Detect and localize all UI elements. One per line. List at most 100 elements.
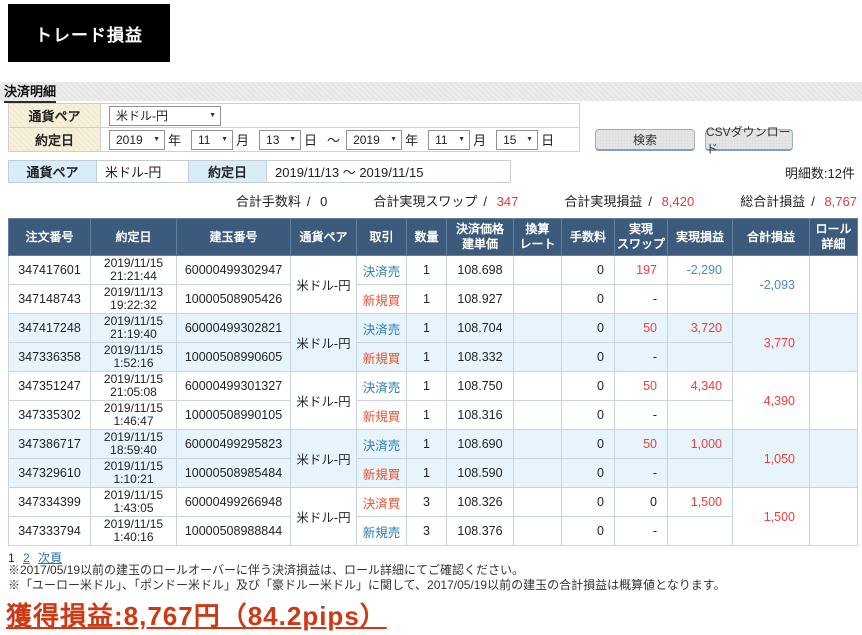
from-month-select[interactable]: 11 ▼	[191, 129, 234, 150]
table-row: 347351247 2019/11/15 21:05:08 6000049930132…	[8, 371, 858, 430]
cell-fee: 0	[561, 429, 615, 459]
header-order-no: 注文番号	[8, 218, 91, 256]
cell-fee: 0	[561, 284, 615, 314]
cell-trade-type: 新規買	[356, 400, 407, 430]
cell-exec-date: 2019/11/15 21:05:08	[90, 371, 177, 401]
total-fee: 合計手数料/ 0	[235, 194, 328, 209]
footnotes: ※2017/05/19以前の建玉のロールオーバーに伴う決済損益は、ロール詳細にて…	[8, 563, 726, 592]
cell-price: 108.698	[446, 255, 514, 285]
footnote-1: ※2017/05/19以前の建玉のロールオーバーに伴う決済損益は、ロール詳細にて…	[8, 563, 524, 577]
cell-swap: 50	[614, 371, 668, 401]
table-row: 347335302 2019/11/15 1:46:47 10000508990105…	[8, 400, 858, 430]
cell-total-pl: -2,093	[732, 255, 810, 314]
cell-position-no: 10000508985484	[176, 458, 291, 488]
cell-conversion-rate	[513, 313, 562, 343]
cell-swap: -	[614, 342, 668, 372]
cell-trade-type: 新規買	[356, 342, 407, 372]
cell-total-pl: 3,770	[732, 313, 810, 372]
header-realized-pl: 実現損益	[667, 218, 733, 256]
cell-trade-type: 新規買	[356, 284, 407, 314]
cell-exec-date: 2019/11/15 1:46:47	[90, 400, 177, 430]
to-day-select[interactable]: 15 ▼	[496, 129, 539, 150]
cell-realized-pl: 1,000	[667, 429, 733, 459]
cell-roll-detail	[809, 255, 858, 314]
day-suffix: 日	[541, 133, 555, 148]
cell-trade-type: 決済買	[356, 487, 407, 517]
page-title: トレード損益	[8, 4, 170, 62]
cell-position-no: 10000508988844	[176, 516, 291, 546]
search-button[interactable]: 検索	[595, 129, 695, 151]
cell-conversion-rate	[513, 400, 562, 430]
chevron-down-icon: ▼	[221, 136, 229, 143]
header-total-pl: 合計損益	[732, 218, 810, 256]
filter-panel: 通貨ペア 米ドル-円 ▼ 約定日 2019 ▼ 年 11 ▼ 月 13 ▼ 日 …	[8, 103, 580, 152]
cell-realized-pl	[667, 458, 733, 488]
cell-conversion-rate	[513, 429, 562, 459]
settlement-table: 注文番号 約定日 建玉番号 通貨ペア 取引 数量 決済価格 建単価 換算 レート…	[8, 218, 858, 546]
cell-price: 108.690	[446, 429, 514, 459]
cell-quantity: 1	[406, 458, 447, 488]
cell-quantity: 1	[406, 255, 447, 285]
header-roll-detail: ロール 詳細	[809, 218, 858, 256]
cell-quantity: 3	[406, 516, 447, 546]
cell-swap: -	[614, 458, 668, 488]
from-year-select[interactable]: 2019 ▼	[109, 129, 165, 150]
cell-exec-date: 2019/11/15 1:52:16	[90, 342, 177, 372]
section-header: 決済明細	[0, 82, 862, 103]
month-suffix: 月	[236, 133, 250, 148]
cell-trade-type: 新規買	[356, 458, 407, 488]
cell-quantity: 1	[406, 400, 447, 430]
cell-quantity: 3	[406, 487, 447, 517]
month-suffix: 月	[473, 133, 487, 148]
cell-swap: 197	[614, 255, 668, 285]
cell-price: 108.927	[446, 284, 514, 314]
cell-exec-date: 2019/11/13 19:22:32	[90, 284, 177, 314]
cell-roll-detail	[809, 313, 858, 372]
table-row: 347417248 2019/11/15 21:19:40 6000049930282…	[8, 313, 858, 372]
chevron-down-icon: ▼	[526, 136, 534, 143]
from-day-select[interactable]: 13 ▼	[259, 129, 302, 150]
cell-swap: -	[614, 284, 668, 314]
grand-total-pl: 総合計損益/ 8,767	[740, 194, 857, 209]
currency-pair-select[interactable]: 米ドル-円 ▼	[109, 105, 221, 126]
csv-download-button[interactable]: CSVダウンロード	[705, 125, 793, 156]
header-swap: 実現 スワップ	[614, 218, 668, 256]
cell-fee: 0	[561, 255, 615, 285]
header-conversion-rate: 換算 レート	[513, 218, 562, 256]
header-exec-date: 約定日	[90, 218, 177, 256]
cell-quantity: 1	[406, 313, 447, 343]
chevron-down-icon: ▼	[153, 136, 160, 143]
header-currency-pair: 通貨ペア	[290, 218, 357, 256]
chevron-down-icon: ▼	[289, 136, 297, 143]
cell-conversion-rate	[513, 255, 562, 285]
cell-fee: 0	[561, 342, 615, 372]
header-fee: 手数料	[561, 218, 615, 256]
cell-realized-pl	[667, 284, 733, 314]
cell-conversion-rate	[513, 284, 562, 314]
cell-position-no: 60000499266948	[176, 487, 291, 517]
cell-realized-pl: -2,290	[667, 255, 733, 285]
total-realized-pl: 合計実現損益/ 8,420	[564, 194, 695, 209]
to-month-select[interactable]: 11 ▼	[428, 129, 471, 150]
cell-position-no: 10000508990605	[176, 342, 291, 372]
cell-fee: 0	[561, 458, 615, 488]
cell-price: 108.750	[446, 371, 514, 401]
header-price: 決済価格 建単価	[446, 218, 514, 256]
acquired-pl-result: 獲得損益:8,767円（84.2pips）	[6, 601, 387, 631]
cell-total-pl: 4,390	[732, 371, 810, 430]
cell-exec-date: 2019/11/15 1:43:05	[90, 487, 177, 517]
table-row: 347329610 2019/11/15 1:10:21 10000508985484…	[8, 458, 858, 488]
summary-strip: 通貨ペア 米ドル-円 約定日 2019/11/13 ～ 2019/11/15	[8, 160, 511, 183]
cell-quantity: 1	[406, 429, 447, 459]
cell-total-pl: 1,500	[732, 487, 810, 546]
header-trade-type: 取引	[356, 218, 407, 256]
cell-fee: 0	[561, 400, 615, 430]
cell-conversion-rate	[513, 342, 562, 372]
cell-order-no: 347417248	[8, 313, 91, 343]
cell-order-no: 347417601	[8, 255, 91, 285]
to-year-select[interactable]: 2019 ▼	[346, 129, 403, 150]
chevron-down-icon: ▼	[390, 136, 398, 143]
table-row: 347336358 2019/11/15 1:52:16 10000508990605…	[8, 342, 858, 372]
totals-line: 合計手数料/ 0 合計実現スワップ/ 347 合計実現損益/ 8,420 総合計…	[8, 191, 857, 210]
chevron-down-icon: ▼	[458, 136, 466, 143]
